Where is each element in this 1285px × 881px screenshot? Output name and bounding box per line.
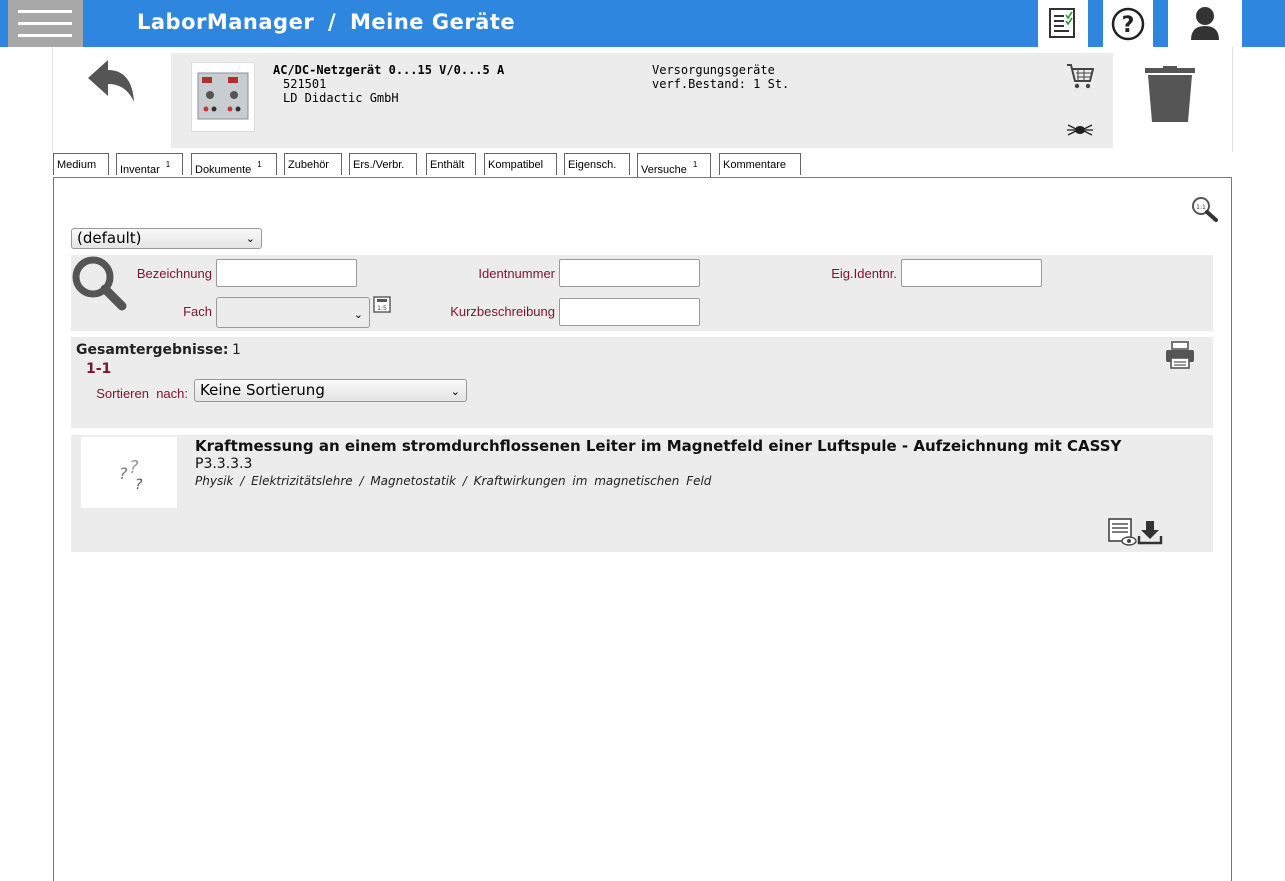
sort-label: Sortieren nach: [96,386,188,401]
experiment-title[interactable]: Kraftmessung an einem stromdurchflossene… [195,437,1121,455]
total-results-label: Gesamtergebnisse: [76,342,229,358]
checklist-icon [1049,8,1075,38]
user-button[interactable] [1168,0,1242,47]
device-stock: verf.Bestand: 1 St. [652,77,790,91]
tab-eigensch[interactable]: Eigensch. [564,153,630,175]
back-arrow-icon[interactable] [86,56,138,104]
tab-kompatibel[interactable]: Kompatibel [484,153,557,175]
kurzbeschreibung-label: Kurzbeschreibung [450,304,555,319]
tab-badge: 1 [692,160,698,169]
tab-enthaelt[interactable]: Enthält [426,153,476,175]
menu-button[interactable] [8,0,83,47]
fach-select[interactable]: ⌄ [216,297,370,328]
chevron-down-icon: ⌄ [450,385,460,398]
calculator-icon[interactable]: 1:5 [373,296,391,313]
total-results-count: 1 [232,342,241,358]
bezeichnung-label: Bezeichnung [136,266,212,281]
magnifier-icon[interactable]: 1:1 [1191,196,1219,222]
device-number: 521501 [283,77,327,91]
svg-text:1:1: 1:1 [1196,204,1206,211]
bug-icon[interactable] [1067,122,1093,138]
svg-text:?: ? [119,464,128,483]
user-icon [1191,7,1219,40]
hamburger-menu-icon [18,10,72,13]
tab-zubehoer[interactable]: Zubehör [284,153,342,175]
experiment-thumbnail[interactable]: ? ? ? [81,437,177,508]
device-image[interactable] [191,62,255,132]
tab-versuche[interactable]: Versuche 1 [637,153,711,178]
experiment-path: Physik / Elektrizitätslehre / Magnetosta… [195,474,712,488]
tab-badge: 1 [257,160,262,169]
device-manufacturer: LD Didactic GmbH [283,91,399,105]
fach-label: Fach [183,304,212,319]
page-title: LaborManager / Meine Geräte [137,10,515,34]
svg-text:?: ? [1122,13,1135,38]
eig-identnr-field[interactable] [901,259,1042,287]
shopping-cart-icon[interactable] [1066,62,1094,90]
printer-icon[interactable] [1165,341,1195,369]
tab-medium[interactable]: Medium [53,153,109,175]
kurzbeschreibung-field[interactable] [559,298,700,326]
svg-text:?: ? [129,457,139,478]
document-preview-icon[interactable] [1108,518,1138,548]
title-separator: / [328,10,337,34]
chevron-down-icon: ⌄ [353,308,363,321]
svg-text:1:5: 1:5 [377,305,387,312]
result-range[interactable]: 1-1 [86,361,111,377]
chevron-down-icon: ⌄ [245,232,255,245]
bezeichnung-field[interactable] [216,259,357,287]
tab-dokumente[interactable]: Dokumente 1 [191,153,277,176]
trash-icon[interactable] [1143,66,1197,124]
tab-ers-verbr[interactable]: Ers./Verbr. [349,153,417,175]
page-name: Meine Geräte [350,10,516,34]
help-icon: ? [1111,7,1145,41]
experiment-code: P3.3.3.3 [195,456,253,472]
eig-identnr-label: Eig.Identnr. [831,266,897,281]
device-name: AC/DC-Netzgerät 0...15 V/0...5 A [273,63,505,77]
preset-select[interactable]: (default) ⌄ [71,228,262,249]
tab-badge: 1 [165,160,171,169]
app-name: LaborManager [137,10,315,34]
sort-select[interactable]: Keine Sortierung ⌄ [194,379,467,402]
device-category: Versorgungsgeräte [652,63,775,77]
download-icon[interactable] [1137,520,1163,546]
checklist-button[interactable] [1038,0,1088,47]
tab-kommentare[interactable]: Kommentare [719,153,801,175]
identnummer-label: Identnummer [478,266,555,281]
identnummer-field[interactable] [559,259,700,287]
search-icon[interactable] [71,255,127,311]
tab-inventar[interactable]: Inventar 1 [116,153,183,176]
svg-text:?: ? [135,477,143,493]
help-button[interactable]: ? [1103,0,1153,47]
